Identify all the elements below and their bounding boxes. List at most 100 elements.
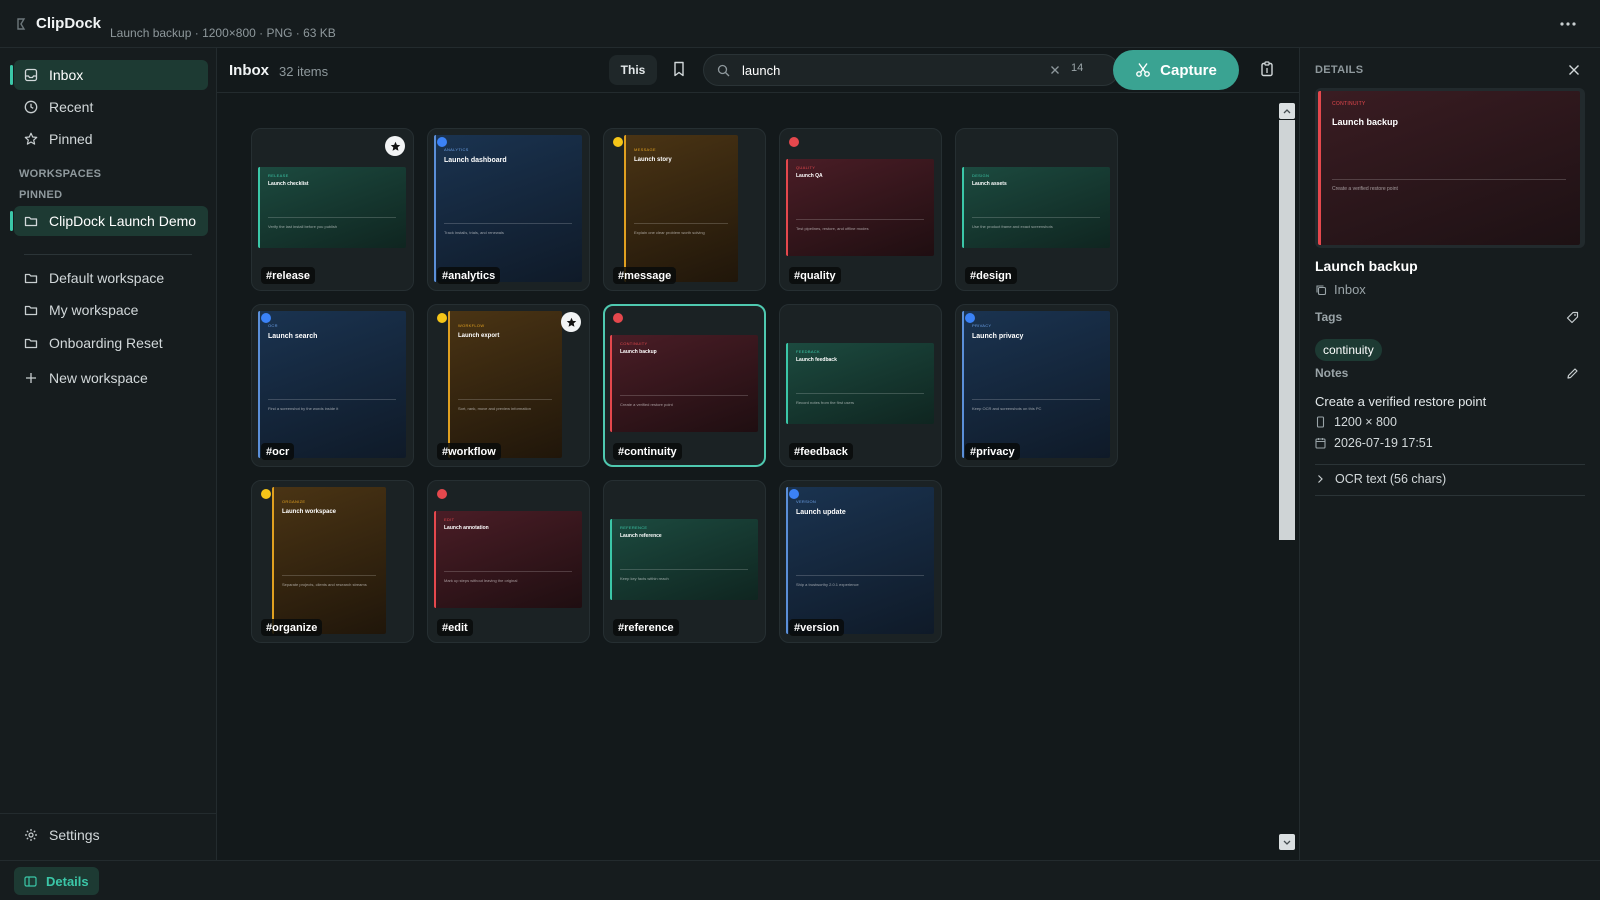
detail-preview-image: CONTINUITY Launch backup Create a verifi… (1318, 91, 1580, 245)
sidebar-item-default-workspace[interactable]: Default workspace (14, 263, 208, 293)
capture-card[interactable]: FEEDBACK Launch feedback Record notes from… (779, 304, 942, 467)
details-panel: DETAILS CONTINUITY Launch backup Create … (1299, 48, 1600, 860)
tag-pill[interactable]: continuity (1315, 339, 1382, 361)
clipboard-icon[interactable] (1260, 61, 1274, 77)
more-options-icon[interactable] (1556, 16, 1580, 32)
bookmark-icon[interactable] (672, 61, 686, 77)
capture-card[interactable]: WORKFLOW Launch export Sort, rank, move an… (427, 304, 590, 467)
card-tag[interactable]: #edit (437, 619, 473, 636)
capture-card[interactable]: OCR Launch search Find a screenshot by the… (251, 304, 414, 467)
pencil-icon[interactable] (1566, 367, 1579, 380)
thumbnail-kicker: ORGANIZE (282, 499, 306, 504)
preview-desc: Create a verified restore point (1332, 186, 1398, 192)
notes-text[interactable]: Create a verified restore point (1315, 394, 1486, 409)
card-tag[interactable]: #reference (613, 619, 679, 636)
close-icon[interactable] (1568, 64, 1580, 76)
capture-card[interactable]: VERSION Launch update Ship a trustworthy 2… (779, 480, 942, 643)
card-tag[interactable]: #quality (789, 267, 841, 284)
thumbnail-desc: Separate projects, clients and research … (282, 582, 367, 587)
folder-icon (24, 338, 38, 349)
dimensions-row: 1200 × 800 (1315, 415, 1397, 429)
clear-search-icon[interactable] (1049, 64, 1061, 76)
capture-card[interactable]: QUALITY Launch QA Test pipelines, restore,… (779, 128, 942, 291)
thumbnail-title: Launch backup (620, 349, 657, 355)
scope-button[interactable]: This (609, 55, 657, 85)
card-tag[interactable]: #message (613, 267, 677, 284)
details-toggle-label: Details (46, 873, 89, 889)
capture-card[interactable]: EDIT Launch annotation Mark up steps witho… (427, 480, 590, 643)
tag-icon[interactable] (1566, 311, 1579, 324)
thumbnail-kicker: CONTINUITY (620, 341, 648, 346)
detail-location: Inbox (1315, 282, 1366, 297)
sidebar-item-label: Default workspace (49, 270, 165, 286)
capture-card[interactable]: DESIGN Launch assets Use the product frame… (955, 128, 1118, 291)
copy-icon (1316, 284, 1327, 295)
capture-thumbnail: ORGANIZE Launch workspace Separate project… (272, 487, 386, 634)
card-tag[interactable]: #release (261, 267, 316, 284)
pinned-badge[interactable] (561, 312, 581, 332)
color-label-dot (965, 313, 975, 323)
color-label-dot (437, 489, 447, 499)
search-input[interactable] (742, 60, 1032, 80)
sidebar-item-recent[interactable]: Recent (14, 92, 208, 122)
card-tag[interactable]: #feedback (789, 443, 853, 460)
main-toolbar: Inbox 32 items This 14 Capture (217, 48, 1299, 93)
sidebar-item-clipdock-launch-demo[interactable]: ClipDock Launch Demo (10, 206, 208, 236)
details-toggle-button[interactable]: Details (14, 867, 99, 895)
page-title: Inbox (229, 62, 269, 79)
grid-scrollbar[interactable] (1279, 103, 1295, 850)
sidebar-item-onboarding-reset[interactable]: Onboarding Reset (14, 328, 208, 358)
card-tag[interactable]: #organize (261, 619, 323, 636)
card-tag[interactable]: #analytics (437, 267, 501, 284)
card-tag[interactable]: #ocr (261, 443, 295, 460)
detail-title: Launch backup (1315, 258, 1418, 274)
thumbnail-desc: Use the product frame and exact screensh… (972, 224, 1053, 229)
pinned-section-label: PINNED (19, 189, 63, 201)
chevron-down-icon (1283, 840, 1291, 845)
thumbnail-desc: Mark up steps without leaving the origin… (444, 578, 518, 583)
new-workspace-button[interactable]: New workspace (14, 363, 208, 393)
card-tag[interactable]: #continuity (613, 443, 682, 460)
sidebar-item-inbox[interactable]: Inbox (10, 60, 208, 90)
search-result-count: 14 (1071, 62, 1084, 74)
folder-icon (24, 305, 38, 316)
card-tag[interactable]: #design (965, 267, 1017, 284)
capture-card[interactable]: MESSAGE Launch story Explain one clear pro… (603, 128, 766, 291)
detail-preview[interactable]: CONTINUITY Launch backup Create a verifi… (1315, 88, 1585, 248)
thumbnail-title: Launch privacy (972, 333, 1024, 340)
thumbnail-desc: Find a screenshot by the words inside it (268, 406, 339, 411)
card-tag[interactable]: #workflow (437, 443, 501, 460)
thumbnail-desc: Test pipelines, restore, and offline mod… (796, 226, 869, 231)
sidebar-item-label: My workspace (49, 302, 139, 318)
thumbnail-title: Launch feedback (796, 357, 837, 363)
star-icon (390, 141, 400, 151)
new-workspace-label: New workspace (49, 370, 148, 386)
sidebar-item-my-workspace[interactable]: My workspace (14, 295, 208, 325)
capture-card[interactable]: REFERENCE Launch reference Keep key facts … (603, 480, 766, 643)
capture-card[interactable]: ORGANIZE Launch workspace Separate project… (251, 480, 414, 643)
capture-card[interactable]: PRIVACY Launch privacy Keep OCR and screen… (955, 304, 1118, 467)
thumbnail-kicker: PRIVACY (972, 323, 992, 328)
item-count: 32 items (279, 64, 329, 79)
capture-button[interactable]: Capture (1113, 50, 1239, 90)
card-tag[interactable]: #privacy (965, 443, 1020, 460)
card-tag[interactable]: #version (789, 619, 845, 636)
ocr-toggle[interactable]: OCR text (56 chars) (1315, 472, 1446, 486)
pinned-badge[interactable] (385, 136, 405, 156)
sidebar-item-pinned[interactable]: Pinned (14, 124, 208, 154)
capture-card[interactable]: RELEASE Launch checklist Verify the last i… (251, 128, 414, 291)
scroll-thumb[interactable] (1279, 120, 1295, 540)
capture-card[interactable]: ANALYTICS Launch dashboard Track installs,… (427, 128, 590, 291)
folder-icon (24, 216, 38, 227)
gear-icon (25, 829, 37, 841)
thumbnail-title: Launch update (796, 509, 846, 516)
settings-button[interactable]: Settings (14, 820, 208, 850)
scroll-up-button[interactable] (1279, 103, 1295, 119)
capture-card[interactable]: CONTINUITY Launch backup Create a verified… (603, 304, 766, 467)
capture-thumbnail: MESSAGE Launch story Explain one clear pro… (624, 135, 738, 282)
capture-thumbnail: FEEDBACK Launch feedback Record notes from… (786, 343, 934, 424)
thumbnail-title: Launch dashboard (444, 157, 507, 164)
dimensions-value: 1200 × 800 (1334, 415, 1397, 429)
thumbnail-title: Launch search (268, 333, 318, 340)
scroll-down-button[interactable] (1279, 834, 1295, 850)
